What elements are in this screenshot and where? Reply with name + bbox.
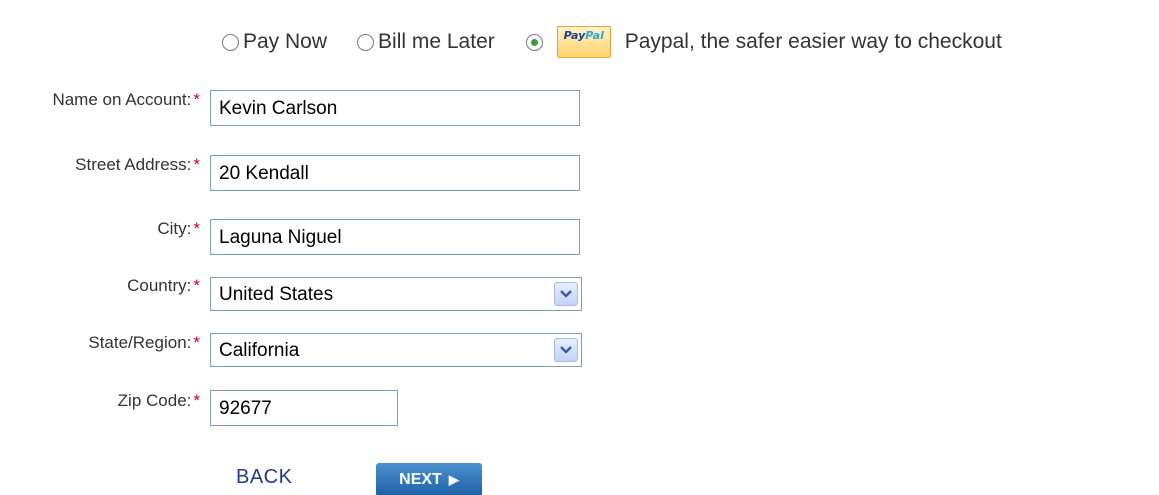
state-label-text: State/Region:	[88, 333, 192, 352]
country-select[interactable]: United States	[210, 277, 582, 311]
street-label-text: Street Address:	[75, 155, 192, 174]
street-label: Street Address: *	[0, 155, 200, 175]
country-label: Country: *	[0, 276, 200, 296]
chevron-down-icon	[560, 346, 572, 354]
pay-now-option[interactable]: Pay Now	[222, 30, 327, 54]
state-dropdown-button[interactable]	[554, 338, 578, 362]
bill-me-later-radio[interactable]	[357, 33, 375, 51]
play-arrow-icon: ▶	[448, 472, 459, 487]
required-marker: *	[193, 155, 200, 174]
required-marker: *	[193, 333, 200, 352]
street-address-input[interactable]: 20 Kendall	[210, 155, 580, 191]
name-label: Name on Account: *	[0, 90, 200, 110]
required-marker: *	[193, 391, 200, 410]
bill-me-later-option[interactable]: Bill me Later	[357, 30, 495, 54]
country-label-text: Country:	[127, 276, 192, 295]
chevron-down-icon	[560, 290, 572, 298]
state-selected-value: California	[219, 340, 300, 361]
city-label-text: City:	[157, 219, 192, 238]
country-dropdown-button[interactable]	[554, 282, 578, 306]
payment-method-row: Pay Now Bill me Later Pay Pal Paypal, the…	[222, 26, 1002, 58]
next-button-label: NEXT	[399, 471, 442, 488]
bill-me-later-label[interactable]: Bill me Later	[378, 30, 495, 54]
paypal-logo-pay: Pay	[563, 29, 586, 42]
paypal-logo-pal: Pal	[585, 29, 604, 42]
name-label-text: Name on Account:	[52, 90, 192, 109]
back-button[interactable]: BACK	[236, 466, 292, 489]
country-selected-value: United States	[219, 284, 334, 305]
paypal-label[interactable]: Paypal, the safer easier way to checkout	[625, 30, 1002, 54]
state-label: State/Region: *	[0, 333, 200, 353]
state-select[interactable]: California	[210, 333, 582, 367]
paypal-option[interactable]: Pay Pal Paypal, the safer easier way to c…	[525, 26, 1002, 58]
city-label: City: *	[0, 219, 200, 239]
city-input[interactable]: Laguna Niguel	[210, 219, 580, 255]
zip-label-text: Zip Code:	[117, 391, 192, 410]
next-button[interactable]: NEXT ▶	[376, 463, 482, 495]
required-marker: *	[193, 90, 200, 109]
pay-now-label[interactable]: Pay Now	[243, 30, 327, 54]
pay-now-radio[interactable]	[222, 33, 239, 51]
paypal-logo: Pay Pal	[556, 26, 611, 58]
zip-code-input[interactable]: 92677	[210, 390, 398, 426]
zip-label: Zip Code: *	[0, 391, 200, 411]
required-marker: *	[193, 219, 200, 238]
required-marker: *	[193, 276, 200, 295]
name-on-account-input[interactable]: Kevin Carlson	[210, 90, 580, 126]
paypal-radio[interactable]	[525, 33, 543, 51]
